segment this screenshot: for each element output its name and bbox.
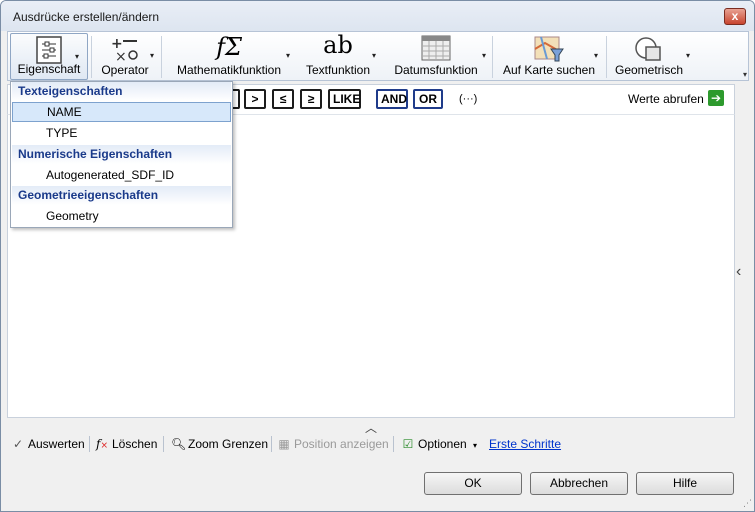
close-button[interactable]: x: [724, 8, 746, 25]
property-item-geometry[interactable]: Geometry: [12, 206, 231, 226]
bottom-toolbar: ✓ Auswerten f× Löschen 🔍︎ Zoom Grenzen ▦ Pos…: [7, 431, 749, 457]
chevron-down-icon: ▾: [75, 52, 80, 61]
resize-grip-icon[interactable]: ⋰: [743, 498, 752, 509]
zoom-icon: 🔍︎: [171, 437, 187, 451]
ribbon-scroll-icon[interactable]: ▾: [743, 70, 747, 79]
operator-like-button[interactable]: LIKE: [328, 89, 361, 109]
geometry-button[interactable]: ▾ Geometrisch: [608, 33, 690, 80]
delete-button[interactable]: f× Löschen: [95, 437, 157, 451]
ok-button[interactable]: OK: [424, 472, 522, 495]
property-item-name[interactable]: NAME: [12, 102, 231, 122]
ribbon-divider: [492, 36, 493, 78]
property-button-label: Eigenschaft: [17, 62, 81, 76]
clear-function-icon: f×: [96, 437, 108, 451]
toolbar-divider: [393, 436, 394, 452]
operator-button-label: Operator: [101, 63, 149, 77]
chevron-left-icon[interactable]: ‹: [736, 263, 741, 281]
evaluate-button[interactable]: ✓ Auswerten: [11, 437, 85, 451]
operator-and-button[interactable]: AND: [376, 89, 408, 109]
text-function-button[interactable]: ab ▾ Textfunktion: [296, 31, 380, 80]
getting-started-link[interactable]: Erste Schritte: [489, 437, 561, 451]
show-position-button[interactable]: ▦ Position anzeigen: [277, 437, 389, 451]
group-header-text-properties: Texteigenschaften: [12, 82, 231, 101]
zoom-extents-button[interactable]: 🔍︎ Zoom Grenzen: [171, 437, 268, 451]
ribbon-divider: [606, 36, 607, 78]
title-bar[interactable]: Ausdrücke erstellen/ändern x: [1, 1, 754, 31]
math-function-icon: fΣ: [216, 33, 242, 61]
property-button[interactable]: ▾ Eigenschaft: [10, 33, 88, 80]
chevron-down-icon: ▾: [482, 51, 487, 60]
math-function-label: Mathematikfunktion: [176, 63, 282, 77]
toolbar-divider: [89, 436, 90, 452]
chevron-down-icon: ▾: [473, 441, 478, 450]
checkbox-checked-icon: ☑: [402, 437, 414, 451]
chevron-down-icon: ▾: [686, 51, 691, 60]
ribbon-toolbar: ▾ Eigenschaft + × ▾ Operator fΣ ▾ Mathem…: [7, 31, 749, 81]
checkmark-icon: ✓: [12, 437, 24, 451]
group-header-numeric-properties: Numerische Eigenschaften: [12, 145, 231, 164]
date-function-label: Datumsfunktion: [394, 63, 478, 77]
window-title: Ausdrücke erstellen/ändern: [13, 10, 160, 24]
operator-greater-button[interactable]: >: [244, 89, 266, 109]
geometry-icon: [634, 35, 664, 66]
text-function-label: Textfunktion: [305, 63, 371, 77]
toolbar-divider: [163, 436, 164, 452]
chevron-down-icon: ▾: [594, 51, 599, 60]
fetch-values-label[interactable]: Werte abrufen: [628, 92, 704, 106]
operator-greater-equal-button[interactable]: ≥: [300, 89, 322, 109]
evaluate-label: Auswerten: [28, 437, 85, 451]
toolbar-divider: [271, 436, 272, 452]
position-icon: ▦: [278, 437, 290, 451]
delete-label: Löschen: [112, 437, 158, 451]
options-button[interactable]: ☑ Optionen ▾: [401, 437, 477, 451]
chevron-down-icon: ▾: [150, 51, 155, 60]
expression-dialog: Ausdrücke erstellen/ändern x ▾ Eigenscha…: [0, 0, 755, 512]
map-search-label: Auf Karte suchen: [502, 63, 596, 77]
calendar-icon: [421, 35, 451, 64]
operator-less-equal-button[interactable]: ≤: [272, 89, 294, 109]
operator-icon: + ×: [109, 35, 141, 66]
ribbon-divider: [161, 36, 162, 78]
group-header-geometry-properties: Geometrieeigenschaften: [12, 186, 231, 205]
parentheses-button[interactable]: (···): [459, 93, 477, 105]
geometry-label: Geometrisch: [614, 63, 684, 77]
chevron-down-icon: ▾: [286, 51, 291, 60]
text-function-icon: ab: [323, 31, 353, 59]
property-item-type[interactable]: TYPE: [12, 123, 231, 143]
operator-button[interactable]: + × ▾ Operator: [92, 33, 158, 80]
map-search-button[interactable]: ▾ Auf Karte suchen: [494, 33, 604, 80]
svg-text:×: ×: [115, 49, 127, 63]
operator-or-button[interactable]: OR: [413, 89, 443, 109]
property-item-sdf-id[interactable]: Autogenerated_SDF_ID: [12, 165, 231, 185]
map-search-icon: [533, 35, 565, 66]
date-function-button[interactable]: ▾ Datumsfunktion: [382, 33, 490, 80]
options-label: Optionen: [418, 437, 467, 451]
math-function-button[interactable]: fΣ ▾ Mathematikfunktion: [164, 33, 294, 80]
arrow-right-icon[interactable]: ➔: [708, 90, 724, 106]
cancel-button[interactable]: Abbrechen: [530, 472, 628, 495]
help-button[interactable]: Hilfe: [636, 472, 734, 495]
property-dropdown: Texteigenschaften NAME TYPE Numerische E…: [10, 81, 233, 228]
position-label: Position anzeigen: [294, 437, 389, 451]
chevron-down-icon: ▾: [372, 51, 377, 60]
zoom-label: Zoom Grenzen: [188, 437, 269, 451]
